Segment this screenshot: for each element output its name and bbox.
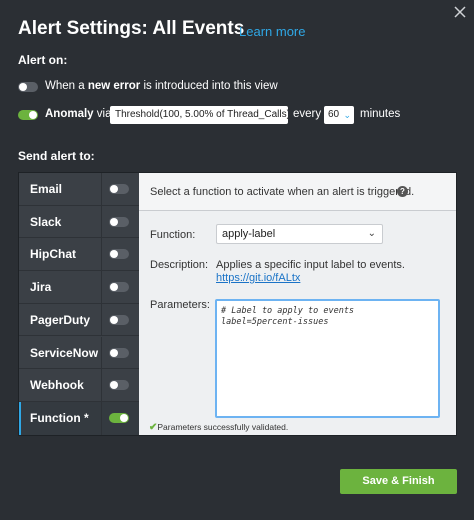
alert-channel-panel: Email Slack HipChat Jira PagerDuty Servi… xyxy=(18,172,457,436)
sidebar-item-label: Webhook xyxy=(30,378,84,393)
anomaly-toggle[interactable] xyxy=(18,110,38,120)
sidebar-item-label: Slack xyxy=(30,214,62,229)
sidebar-item-label: Email xyxy=(30,182,63,196)
sidebar-item-servicenow[interactable]: ServiceNow xyxy=(19,336,139,370)
new-error-text: When a new error is introduced into this… xyxy=(45,80,278,92)
chevron-down-icon: ⌄ xyxy=(343,110,351,120)
function-label: Function: xyxy=(150,229,196,241)
sidebar-item-label: Function * xyxy=(30,410,89,425)
validation-status: ✔Parameters successfully validated. xyxy=(149,422,288,433)
chevron-down-icon: ⌄ xyxy=(367,228,376,239)
description-link[interactable]: https://git.io/fALtx xyxy=(216,272,300,284)
new-error-toggle[interactable] xyxy=(18,82,38,92)
send-alert-label: Send alert to: xyxy=(18,149,95,163)
webhook-toggle[interactable] xyxy=(109,380,129,391)
threshold-input[interactable]: Threshold(100, 5.00% of Thread_Calls) xyxy=(110,106,288,124)
description-body: Applies a specific input label to events… xyxy=(216,259,405,271)
servicenow-toggle[interactable] xyxy=(109,347,129,358)
sidebar-item-label: PagerDuty xyxy=(30,312,91,327)
function-instructions: Select a function to activate when an al… xyxy=(150,186,415,198)
function-select-value: apply-label xyxy=(222,228,276,240)
parameters-textarea[interactable]: # Label to apply to events label=5percen… xyxy=(215,299,440,418)
email-toggle[interactable] xyxy=(109,184,129,194)
slack-toggle[interactable] xyxy=(109,216,129,227)
close-icon[interactable] xyxy=(454,6,466,18)
parameters-label: Parameters: xyxy=(150,299,210,311)
validation-message: Parameters successfully validated. xyxy=(157,422,289,432)
sidebar-item-label: HipChat xyxy=(30,247,76,262)
jira-toggle[interactable] xyxy=(109,282,129,293)
help-icon[interactable]: ? xyxy=(397,186,408,197)
function-panel-header: Select a function to activate when an al… xyxy=(139,173,456,211)
channel-sidebar: Email Slack HipChat Jira PagerDuty Servi… xyxy=(19,173,139,435)
pagerduty-toggle[interactable] xyxy=(109,314,129,325)
sidebar-item-pagerduty[interactable]: PagerDuty xyxy=(19,303,139,337)
sidebar-item-email[interactable]: Email xyxy=(19,173,139,206)
function-select[interactable]: apply-label ⌄ xyxy=(216,224,383,244)
sidebar-item-hipchat[interactable]: HipChat xyxy=(19,238,139,272)
minutes-label: minutes xyxy=(360,108,401,120)
learn-more-link[interactable]: Learn more xyxy=(239,24,305,39)
sidebar-item-webhook[interactable]: Webhook xyxy=(19,369,139,402)
description-label: Description: xyxy=(150,259,209,271)
save-finish-button[interactable]: Save & Finish xyxy=(340,469,457,494)
anomaly-label: Anomaly via xyxy=(45,108,112,120)
sidebar-item-slack[interactable]: Slack xyxy=(19,205,139,239)
sidebar-item-label: Jira xyxy=(30,280,52,295)
sidebar-item-label: ServiceNow xyxy=(30,345,99,360)
sidebar-item-function[interactable]: Function * xyxy=(19,401,139,435)
interval-select[interactable]: 60 ⌄ xyxy=(324,106,354,124)
hipchat-toggle[interactable] xyxy=(109,249,129,260)
sidebar-item-jira[interactable]: Jira xyxy=(19,271,139,304)
function-config-panel: Select a function to activate when an al… xyxy=(139,173,456,435)
interval-value: 60 xyxy=(328,109,340,120)
page-title: Alert Settings: All Events xyxy=(18,18,245,39)
every-label: every xyxy=(293,108,322,120)
description-text: Applies a specific input label to events… xyxy=(216,259,405,285)
alert-on-label: Alert on: xyxy=(18,53,68,67)
function-toggle[interactable] xyxy=(109,412,129,423)
